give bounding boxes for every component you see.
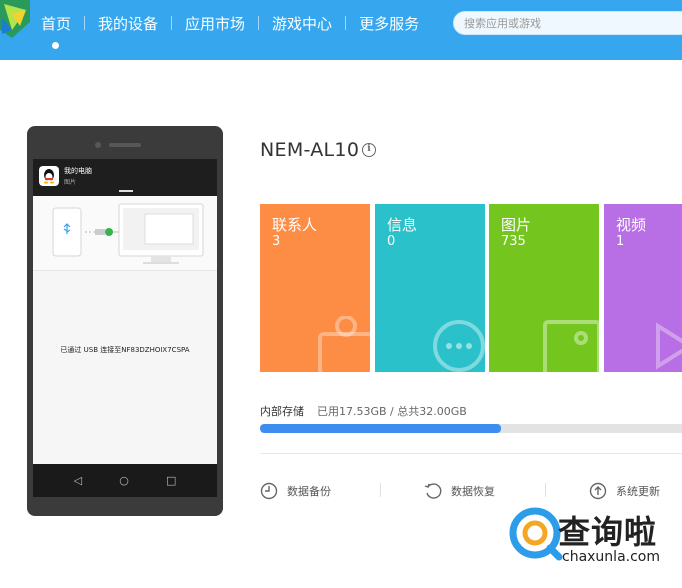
phone-app-subtitle: 图片 (64, 179, 77, 186)
phone-app-header: 我的电脑 图片 (33, 159, 217, 196)
back-icon[interactable]: ◁ (74, 474, 82, 487)
phone-camera (95, 142, 101, 148)
tile-messages[interactable]: 信息 0 (375, 204, 485, 372)
phone-nav-bar: ◁ ○ □ (33, 464, 217, 497)
message-bubble-icon (433, 320, 485, 372)
contacts-icon (318, 316, 370, 372)
home-icon[interactable]: ○ (119, 474, 129, 487)
action-separator (380, 483, 381, 497)
tile-count: 1 (616, 234, 625, 249)
tile-count: 0 (387, 234, 396, 249)
phone-preview: 我的电脑 图片 已通过 USB 连接至NF83DZHOIX7CSPA ◁ ○ □ (27, 126, 223, 516)
divider (260, 453, 682, 454)
device-name: NEM-AL10 (260, 139, 360, 161)
phone-app-title: 我的电脑 (64, 167, 92, 175)
watermark-text: 查询啦 (558, 513, 658, 551)
tile-label: 视频 (616, 216, 647, 234)
action-separator (545, 483, 546, 497)
qq-icon (39, 166, 59, 186)
update-arrow-icon (589, 482, 607, 500)
tile-count: 3 (272, 234, 281, 249)
storage-label: 内部存储 (260, 405, 304, 418)
top-nav-bar: 首页 我的设备 应用市场 游戏中心 更多服务 (0, 0, 682, 60)
backup-label: 数据备份 (287, 485, 331, 498)
storage-progress-bar (260, 424, 682, 433)
tile-label: 联系人 (272, 216, 318, 234)
app-logo-icon[interactable] (0, 0, 30, 46)
nav-my-devices[interactable]: 我的设备 (85, 13, 171, 34)
search-box[interactable] (453, 11, 682, 35)
nav-app-market[interactable]: 应用市场 (172, 13, 258, 34)
tile-count: 735 (501, 234, 526, 249)
nav-home[interactable]: 首页 (28, 13, 84, 34)
search-input[interactable] (454, 12, 674, 35)
tile-label: 图片 (501, 216, 532, 234)
phone-screen: 我的电脑 图片 已通过 USB 连接至NF83DZHOIX7CSPA ◁ ○ □ (33, 159, 217, 497)
main-nav: 首页 我的设备 应用市场 游戏中心 更多服务 (28, 0, 432, 46)
storage-detail: 已用17.53GB / 总共32.00GB (317, 405, 467, 418)
usb-connect-icon (52, 203, 204, 264)
update-label: 系统更新 (616, 485, 660, 498)
recents-icon[interactable]: □ (166, 474, 176, 487)
backup-clock-icon (260, 482, 278, 500)
tile-pictures[interactable]: 图片 735 (489, 204, 599, 372)
storage-progress-fill (260, 424, 502, 433)
active-nav-indicator (52, 42, 59, 49)
tile-contacts[interactable]: 联系人 3 (260, 204, 370, 372)
phone-tab-indicator (119, 190, 133, 192)
restore-icon (424, 483, 442, 499)
info-icon[interactable]: i (362, 143, 376, 157)
video-icon (656, 322, 682, 370)
usb-connection-message: 已通过 USB 连接至NF83DZHOIX7CSPA (60, 346, 190, 354)
backup-button[interactable]: 数据备份 (260, 480, 331, 502)
watermark-url: chaxunla.com (562, 549, 660, 565)
phone-speaker (109, 143, 141, 147)
nav-more-services[interactable]: 更多服务 (346, 13, 432, 34)
restore-button[interactable]: 数据恢复 (424, 480, 495, 502)
tile-label: 信息 (387, 216, 418, 234)
picture-icon (543, 320, 599, 372)
nav-game-center[interactable]: 游戏中心 (259, 13, 345, 34)
restore-label: 数据恢复 (451, 485, 495, 498)
tile-videos[interactable]: 视频 1 (604, 204, 682, 372)
usb-connection-illustration (33, 196, 217, 271)
system-update-button[interactable]: 系统更新 (589, 480, 660, 502)
